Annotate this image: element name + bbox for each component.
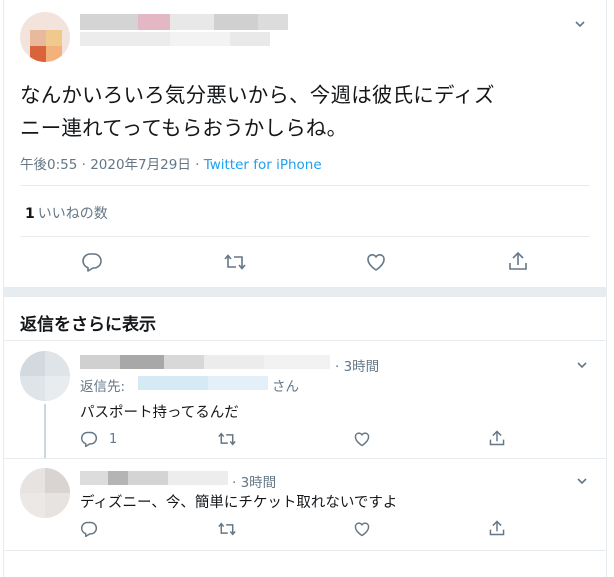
- reply-text: パスポート持ってるんだ: [80, 405, 239, 421]
- tweet-page: なんかいろいろ気分悪いから、今週は彼氏にディズ ニー連れてってもらおうかしらね。…: [3, 0, 607, 577]
- reply-to: 返信先:: [80, 375, 125, 395]
- reply-time[interactable]: · 3時間: [232, 471, 276, 491]
- reply-time[interactable]: · 3時間: [335, 355, 379, 375]
- divider: [4, 458, 606, 459]
- tweet-text-line2: ニー連れてってもらおうかしらね。: [20, 116, 348, 140]
- tweet-timestamp[interactable]: 午後0:55 · 2020年7月29日 ·: [20, 157, 204, 173]
- section-gap: [4, 287, 606, 297]
- tweet-source-link[interactable]: Twitter for iPhone: [204, 157, 322, 173]
- tweet-meta: 午後0:55 · 2020年7月29日 · Twitter for iPhone: [20, 153, 322, 173]
- reply-to-suffix: さん: [272, 379, 299, 395]
- avatar[interactable]: [20, 468, 70, 518]
- retweet-icon[interactable]: [217, 430, 237, 448]
- share-icon[interactable]: [488, 429, 506, 447]
- show-more-replies-heading: 返信をさらに表示: [20, 315, 156, 335]
- chevron-down-icon[interactable]: [575, 19, 585, 29]
- tweet-text: なんかいろいろ気分悪いから、今週は彼氏にディズ ニー連れてってもらおうかしらね。: [20, 79, 590, 145]
- avatar[interactable]: [20, 12, 70, 62]
- retweet-icon[interactable]: [223, 251, 247, 273]
- divider: [20, 185, 590, 186]
- divider: [4, 340, 606, 341]
- share-icon[interactable]: [488, 519, 506, 537]
- tweet-text-line1: なんかいろいろ気分悪いから、今週は彼氏にディズ: [20, 83, 495, 107]
- share-icon[interactable]: [507, 250, 529, 272]
- like-count-row[interactable]: 1 いいねの数: [25, 203, 108, 223]
- reply-icon[interactable]: [81, 251, 103, 273]
- reply-to-prefix: 返信先:: [80, 379, 126, 395]
- retweet-icon[interactable]: [217, 520, 237, 538]
- reply-icon[interactable]: [80, 430, 98, 448]
- like-icon[interactable]: [353, 430, 371, 448]
- like-count-label: いいねの数: [37, 206, 108, 222]
- chevron-down-icon[interactable]: [577, 360, 587, 370]
- thread-line: [44, 404, 46, 458]
- divider: [4, 550, 606, 551]
- divider: [20, 236, 590, 237]
- chevron-down-icon[interactable]: [577, 476, 587, 486]
- like-icon[interactable]: [365, 251, 387, 273]
- like-icon[interactable]: [353, 520, 371, 538]
- avatar[interactable]: [20, 351, 70, 401]
- reply-text: ディズニー、今、簡単にチケット取れないですよ: [80, 495, 398, 511]
- reply-icon[interactable]: [80, 520, 98, 538]
- reply-count: 1: [109, 432, 118, 447]
- like-count: 1: [25, 206, 35, 222]
